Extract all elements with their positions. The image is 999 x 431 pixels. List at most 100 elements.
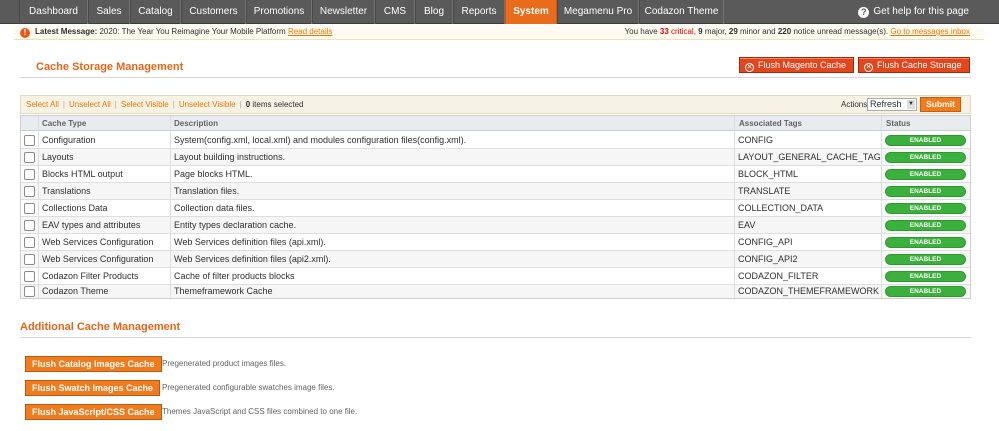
cache-type: Translations bbox=[42, 186, 91, 196]
flush-storage-label: Flush Cache Storage bbox=[877, 60, 962, 70]
nav-customers[interactable]: Customers bbox=[181, 0, 246, 24]
row-checkbox[interactable] bbox=[24, 186, 35, 197]
minor-label: minor and bbox=[740, 27, 776, 36]
col-status[interactable]: Status bbox=[886, 119, 910, 128]
message-bar: ! Latest Message: 2020: The Year You Rei… bbox=[14, 26, 984, 40]
row-checkbox[interactable] bbox=[24, 237, 35, 248]
table-row[interactable]: Codazon Theme Themeframework Cache CODAZ… bbox=[21, 285, 970, 298]
read-details-link[interactable]: Read details bbox=[288, 27, 332, 36]
cache-tags: TRANSLATE bbox=[738, 186, 791, 196]
row-checkbox[interactable] bbox=[24, 254, 35, 265]
submit-button[interactable]: Submit bbox=[920, 97, 961, 112]
cache-description: Translation files. bbox=[174, 186, 240, 196]
nav-codazon-theme[interactable]: Codazon Theme bbox=[639, 0, 724, 24]
table-row[interactable]: Web Services Configuration Web Services … bbox=[21, 251, 970, 268]
cache-tags: CONFIG bbox=[738, 135, 773, 145]
additional-cache-title: Additional Cache Management bbox=[20, 321, 181, 333]
status-badge: ENABLED bbox=[885, 203, 966, 214]
notice-label: notice unread message(s). bbox=[793, 27, 889, 36]
cache-type: Web Services Configuration bbox=[42, 254, 154, 264]
nav-catalog[interactable]: Catalog bbox=[130, 0, 181, 24]
col-cache-type[interactable]: Cache Type bbox=[42, 119, 86, 128]
help-link[interactable]: ? Get help for this page bbox=[858, 0, 969, 24]
cache-description: Entity types declaration cache. bbox=[174, 220, 297, 230]
table-row[interactable]: EAV types and attributes Entity types de… bbox=[21, 217, 970, 234]
flush-magento-cache-button[interactable]: ✕ Flush Magento Cache bbox=[739, 57, 855, 73]
flush-catalog-images-desc: Pregenerated product images files. bbox=[162, 359, 287, 368]
row-checkbox[interactable] bbox=[24, 203, 35, 214]
cache-description: Layout building instructions. bbox=[174, 152, 286, 162]
status-badge: ENABLED bbox=[885, 135, 966, 146]
nav-promotions[interactable]: Promotions bbox=[246, 0, 312, 24]
cache-description: System(config.xml, local.xml) and module… bbox=[174, 135, 467, 145]
selected-text: items selected bbox=[252, 100, 304, 109]
latest-message-text: 2020: The Year You Reimagine Your Mobile… bbox=[99, 27, 286, 36]
row-checkbox[interactable] bbox=[24, 135, 35, 146]
nav-cms[interactable]: CMS bbox=[375, 0, 415, 24]
critical-count: 33 bbox=[659, 27, 669, 36]
column-divider bbox=[734, 116, 735, 298]
cache-type: Collections Data bbox=[42, 203, 108, 213]
actions-value: Refresh bbox=[870, 99, 902, 109]
status-badge: ENABLED bbox=[885, 271, 966, 282]
column-divider bbox=[170, 116, 171, 298]
col-description[interactable]: Description bbox=[174, 119, 218, 128]
page-title: Cache Storage Management bbox=[36, 61, 184, 73]
flush-swatch-images-button[interactable]: Flush Swatch Images Cache bbox=[25, 380, 161, 396]
select-visible-link[interactable]: Select Visible bbox=[121, 100, 169, 109]
cache-tags: LAYOUT_GENERAL_CACHE_TAG bbox=[738, 152, 881, 162]
table-row[interactable]: Codazon Filter Products Cache of filter … bbox=[21, 268, 970, 285]
help-icon: ? bbox=[858, 7, 870, 18]
table-row[interactable]: Configuration System(config.xml, local.x… bbox=[21, 132, 970, 149]
table-row[interactable]: Collections Data Collection data files. … bbox=[21, 200, 970, 217]
cache-type: Blocks HTML output bbox=[42, 169, 123, 179]
major-label: major, bbox=[704, 27, 727, 36]
latest-message: Latest Message: 2020: The Year You Reima… bbox=[35, 27, 332, 36]
nav-sales[interactable]: Sales bbox=[88, 0, 130, 24]
cache-type: Web Services Configuration bbox=[42, 237, 154, 247]
cache-description: Cache of filter products blocks bbox=[174, 271, 295, 281]
select-all-link[interactable]: Select All bbox=[26, 100, 59, 109]
unselect-visible-link[interactable]: Unselect Visible bbox=[179, 100, 236, 109]
nav-reports[interactable]: Reports bbox=[453, 0, 505, 24]
flush-catalog-images-button[interactable]: Flush Catalog Images Cache bbox=[25, 356, 162, 372]
nav-system[interactable]: System bbox=[505, 0, 557, 24]
cancel-circle-icon: ✕ bbox=[745, 63, 754, 72]
table-row[interactable]: Blocks HTML output Page blocks HTML. BLO… bbox=[21, 166, 970, 183]
flush-js-css-desc: Themes JavaScript and CSS files combined… bbox=[162, 407, 358, 416]
table-row[interactable]: Layouts Layout building instructions. LA… bbox=[21, 149, 970, 166]
status-badge: ENABLED bbox=[885, 220, 966, 231]
flush-cache-storage-button[interactable]: ✕ Flush Cache Storage bbox=[858, 57, 970, 73]
actions-select[interactable]: Refresh ▼ bbox=[867, 98, 917, 111]
row-checkbox[interactable] bbox=[24, 271, 35, 282]
status-badge: ENABLED bbox=[885, 152, 966, 163]
column-divider bbox=[881, 116, 882, 298]
cache-tags: CODAZON_THEMEFRAMEWORK bbox=[738, 286, 880, 296]
messages-inbox-link[interactable]: Go to messages inbox bbox=[890, 27, 970, 36]
row-checkbox[interactable] bbox=[24, 169, 35, 180]
nav-blog[interactable]: Blog bbox=[415, 0, 453, 24]
status-badge: ENABLED bbox=[885, 254, 966, 265]
table-row[interactable]: Web Services Configuration Web Services … bbox=[21, 234, 970, 251]
row-checkbox[interactable] bbox=[24, 220, 35, 231]
table-row[interactable]: Translations Translation files. TRANSLAT… bbox=[21, 183, 970, 200]
nav-dashboard[interactable]: Dashboard bbox=[19, 0, 88, 24]
cache-grid: Cache Type Description Associated Tags S… bbox=[20, 115, 971, 299]
cache-tags: CONFIG_API bbox=[738, 237, 793, 247]
row-checkbox[interactable] bbox=[24, 286, 35, 297]
flush-magento-label: Flush Magento Cache bbox=[758, 60, 847, 70]
chevron-down-icon: ▼ bbox=[907, 100, 915, 109]
unread-summary: You have 33 critical, 9 major, 29 minor … bbox=[624, 27, 970, 36]
row-checkbox[interactable] bbox=[24, 152, 35, 163]
unread-pre: You have bbox=[624, 27, 658, 36]
cache-tags: CONFIG_API2 bbox=[738, 254, 798, 264]
unselect-all-link[interactable]: Unselect All bbox=[69, 100, 111, 109]
divider bbox=[20, 77, 971, 78]
flush-js-css-button[interactable]: Flush JavaScript/CSS Cache bbox=[25, 404, 162, 420]
nav-newsletter[interactable]: Newsletter bbox=[312, 0, 375, 24]
cache-type: Configuration bbox=[42, 135, 96, 145]
nav-megamenu-pro[interactable]: Megamenu Pro bbox=[557, 0, 639, 24]
col-associated-tags[interactable]: Associated Tags bbox=[739, 119, 802, 128]
status-badge: ENABLED bbox=[885, 286, 966, 297]
actions-label: Actions bbox=[841, 100, 868, 109]
